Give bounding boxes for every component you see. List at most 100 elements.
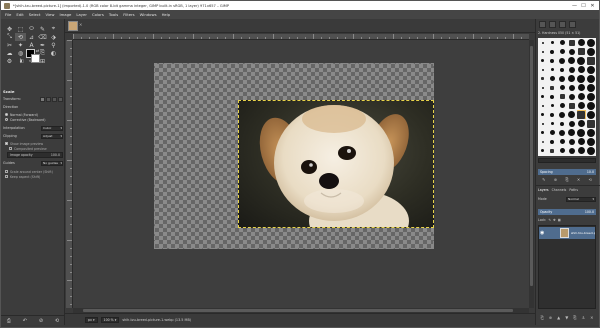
brush-thumbnail[interactable] [577,56,587,65]
brush-thumbnail[interactable] [567,110,577,119]
brush-thumbnail[interactable] [586,92,596,101]
brush-thumbnail[interactable] [548,74,558,83]
layer-name[interactable]: shih-tzu-breed-p [571,231,595,235]
duplicate-layer-icon[interactable]: ⎘ [573,315,576,320]
menu-help[interactable]: Help [162,12,171,17]
brush-thumbnail[interactable] [557,74,567,83]
tab-paths[interactable]: Paths [569,188,578,192]
brush-thumbnail[interactable] [586,110,596,119]
brush-thumbnail[interactable] [557,38,567,47]
brush-thumbnail[interactable] [586,128,596,137]
brush-thumbnail[interactable] [586,38,596,47]
menu-tools[interactable]: Tools [109,12,118,17]
brush-thumbnail[interactable] [557,65,567,74]
menu-select[interactable]: Select [29,12,41,17]
brush-thumbnail[interactable] [586,119,596,128]
clipping-select[interactable]: Adjust ▾ [41,133,63,139]
edit-brush-icon[interactable]: ✎ [542,177,545,183]
brush-thumbnail[interactable] [538,146,548,155]
anchor-layer-icon[interactable]: ⚓ [582,315,586,320]
ellipse-select-tool-icon[interactable]: ⬭ [26,25,37,33]
scale-tool-icon[interactable]: ⟲ [15,33,26,41]
heal-tool-icon[interactable]: ✦ [15,41,26,49]
lock-alpha-icon[interactable]: ▦ [558,218,561,222]
brush-thumbnail[interactable] [577,92,587,101]
rect-select-tool-icon[interactable]: ⬚ [15,25,26,33]
brush-thumbnail[interactable] [557,101,567,110]
menu-windows[interactable]: Windows [140,12,157,17]
menu-file[interactable]: File [5,12,11,17]
delete-layer-icon[interactable]: ✕ [590,315,593,320]
brush-thumbnail[interactable] [576,110,587,119]
vertical-scroll-thumb[interactable] [530,46,533,286]
brush-thumbnail[interactable] [557,56,567,65]
menu-colors[interactable]: Colors [92,12,104,17]
brush-tag-filter[interactable] [538,158,596,163]
direction-corrective-radio[interactable]: Corrective (Backward) [5,117,63,122]
lock-position-icon[interactable]: ✥ [553,218,556,222]
dodge-tool-icon[interactable]: ◍ [15,49,26,57]
brush-thumbnail[interactable] [567,56,577,65]
brush-thumbnail[interactable] [557,92,567,101]
brush-thumbnail[interactable] [538,47,548,56]
menu-edit[interactable]: Edit [16,12,23,17]
brush-thumbnail[interactable] [548,137,558,146]
brush-thumbnail[interactable] [577,65,587,74]
close-button[interactable]: ✕ [588,3,597,9]
perspective-tool-icon[interactable]: ⊿ [26,33,37,41]
brush-thumbnail[interactable] [567,74,577,83]
menu-view[interactable]: View [45,12,54,17]
fg-bg-colors[interactable]: ⇄ ◧ [20,48,42,63]
blend-tool-icon[interactable]: ◐ [48,49,59,57]
menu-layer[interactable]: Layer [76,12,87,17]
brush-thumbnail[interactable] [548,92,558,101]
image-canvas[interactable] [73,40,529,308]
mode-select[interactable]: Normal ▾ [566,196,596,202]
transform-layer-button[interactable] [40,96,45,102]
background-color-swatch[interactable] [31,54,40,63]
brush-thumbnail[interactable] [567,101,577,110]
brush-thumbnail[interactable] [567,47,577,56]
brush-thumbnail[interactable] [548,56,558,65]
brush-thumbnail[interactable] [586,56,596,65]
brush-thumbnail[interactable] [567,65,577,74]
brush-thumbnail[interactable] [538,92,548,101]
brush-thumbnail[interactable] [538,128,548,137]
menu-filters[interactable]: Filters [123,12,134,17]
brush-thumbnail[interactable] [567,92,577,101]
brush-thumbnail[interactable] [586,47,596,56]
vertical-scrollbar[interactable] [529,40,534,308]
brush-thumbnail[interactable] [548,110,558,119]
brush-thumbnail[interactable] [538,65,548,74]
brush-thumbnail[interactable] [548,83,558,92]
lock-pixels-icon[interactable]: ✎ [548,218,551,222]
vertical-ruler[interactable] [66,40,73,308]
duplicate-brush-icon[interactable]: ⎘ [565,177,568,183]
transform-path-button[interactable] [52,96,57,102]
delete-options-icon[interactable]: ⊘ [39,318,43,324]
delete-brush-icon[interactable]: ✕ [577,177,580,183]
brush-thumbnail[interactable] [548,101,558,110]
brush-thumbnail[interactable] [577,74,587,83]
tab-channels[interactable]: Channels [552,188,567,192]
guides-select[interactable]: No guides ▾ [41,160,63,166]
raise-layer-icon[interactable]: ▲ [557,315,560,320]
close-icon[interactable]: ✕ [79,22,82,27]
save-options-icon[interactable]: ⎙ [7,318,11,324]
visibility-eye-icon[interactable]: ◉ [540,230,546,236]
brush-thumbnail[interactable] [548,128,558,137]
brush-thumbnail[interactable] [548,146,558,155]
warp-tool-icon[interactable]: ⚙ [4,57,15,65]
opacity-slider[interactable]: Opacity 100.0 [538,209,596,215]
transform-image-button[interactable] [58,96,63,102]
brush-grid[interactable] [538,38,596,156]
brush-thumbnail[interactable] [577,146,587,155]
document-history-tab[interactable] [569,20,576,28]
restore-options-icon[interactable]: ↶ [23,318,27,324]
brush-thumbnail[interactable] [538,119,548,128]
tab-layers[interactable]: Layers [538,188,549,192]
brush-thumbnail[interactable] [538,101,548,110]
maximize-button[interactable]: ☐ [579,3,588,9]
brush-thumbnail[interactable] [577,101,587,110]
crop-tool-icon[interactable]: ⤡ [4,33,15,41]
